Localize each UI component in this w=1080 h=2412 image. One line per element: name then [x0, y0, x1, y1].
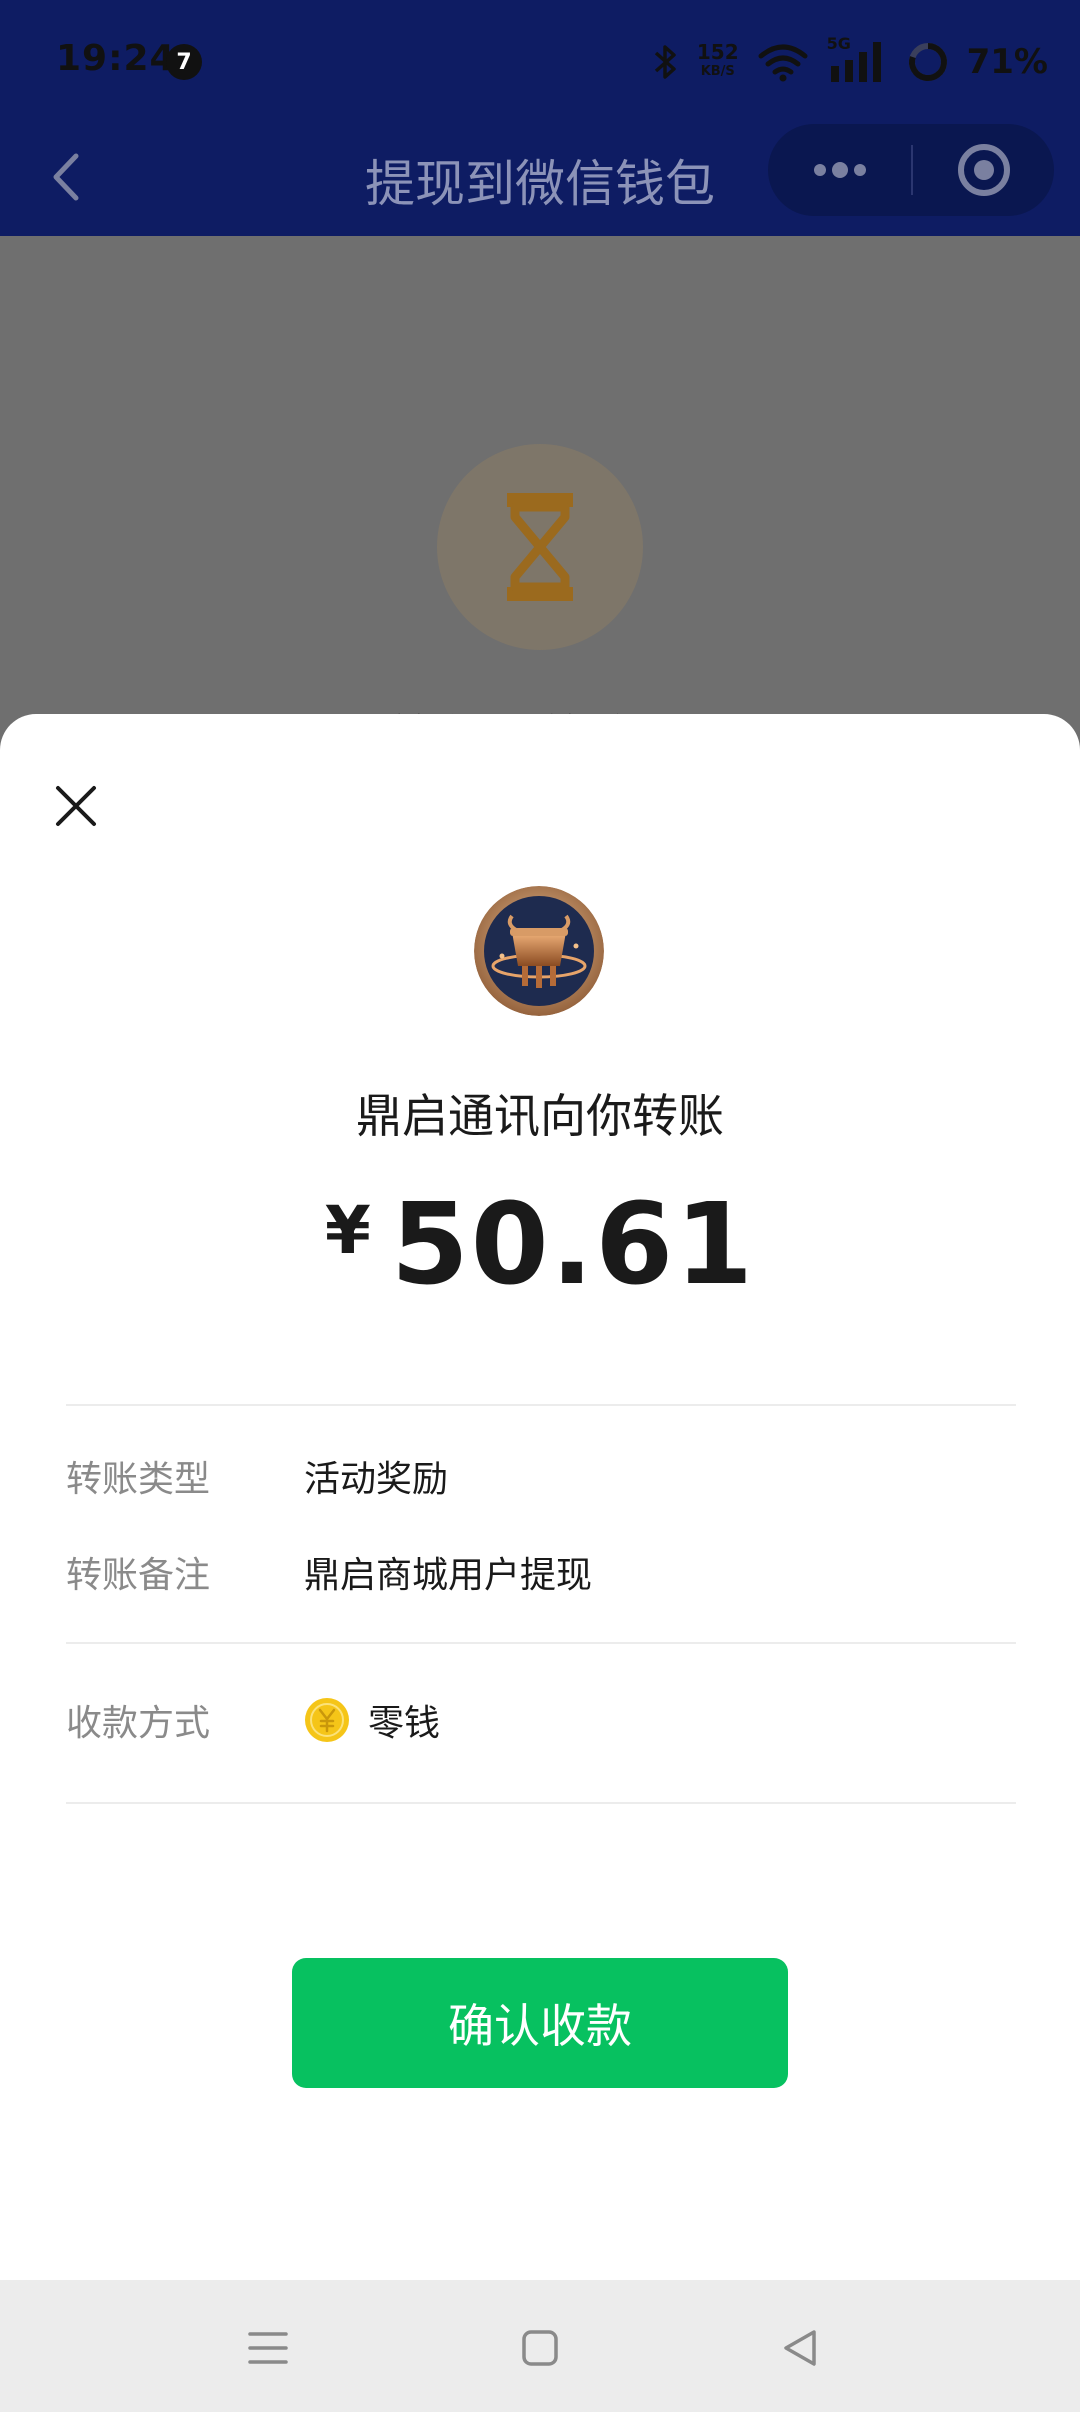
more-dots-icon [813, 162, 866, 178]
capsule-close-button[interactable] [913, 124, 1054, 216]
back-triangle-icon[interactable] [772, 2320, 828, 2376]
confirm-receive-button[interactable]: 确认收款 [292, 1958, 788, 2088]
battery-percent: 71% [966, 42, 1048, 82]
signal-bars-icon [830, 42, 881, 82]
target-circle-icon [957, 144, 1010, 196]
yuan-coin-icon [305, 1698, 349, 1742]
amount-value: 50.61 [390, 1180, 756, 1310]
signal-group: 5G [827, 34, 889, 84]
net-speed-value: 152 [696, 40, 739, 64]
pending-status-circle [437, 444, 643, 650]
nav-bar: 提现到微信钱包 [0, 124, 1080, 236]
net-speed: 152 KB/S [697, 42, 739, 82]
payment-method-label: 收款方式 [66, 1703, 211, 1744]
battery-ring-icon [908, 43, 947, 81]
divider-middle [66, 1642, 1016, 1644]
transfer-sheet: 鼎启通讯向你转账 ¥50.61 转账类型 活动奖励 转账备注 鼎启商城用户提现 … [0, 714, 1080, 2280]
net-speed-unit: KB/S [700, 64, 735, 79]
detail-value: 活动奖励 [304, 1459, 449, 1500]
status-bar: 19:24 7 152 KB/S 5G 71% [0, 0, 1080, 124]
detail-value: 鼎启商城用户提现 [304, 1555, 593, 1596]
close-icon[interactable] [44, 774, 108, 838]
status-icons: 152 KB/S 5G 71% [653, 34, 1048, 90]
hourglass-icon [507, 493, 573, 601]
detail-label: 转账类型 [66, 1459, 211, 1500]
system-nav-bar [0, 2280, 1080, 2412]
wifi-icon [758, 44, 808, 82]
transfer-amount: ¥50.61 [0, 1180, 1080, 1310]
notification-badge: 7 [166, 44, 202, 80]
detail-label: 转账备注 [66, 1555, 211, 1596]
more-button[interactable] [768, 124, 911, 216]
menu-icon[interactable] [240, 2320, 296, 2376]
payment-method-row: 收款方式 零钱 [66, 1690, 1016, 1750]
currency-symbol: ¥ [324, 1192, 371, 1269]
capsule-menu [768, 124, 1054, 216]
home-square-icon[interactable] [512, 2320, 568, 2376]
bluetooth-icon [654, 45, 676, 79]
divider-top [66, 1404, 1016, 1406]
detail-row-type: 转账类型 活动奖励 [66, 1446, 1016, 1506]
payment-method-value-wrap: 零钱 [304, 1694, 440, 1746]
detail-row-note: 转账备注 鼎启商城用户提现 [66, 1542, 1016, 1602]
divider-bottom [66, 1802, 1016, 1804]
payment-method-value: 零钱 [368, 1703, 441, 1744]
sender-avatar [474, 886, 604, 1016]
sender-line: 鼎启通讯向你转账 [356, 1089, 724, 1143]
status-time: 19:24 [56, 38, 176, 79]
